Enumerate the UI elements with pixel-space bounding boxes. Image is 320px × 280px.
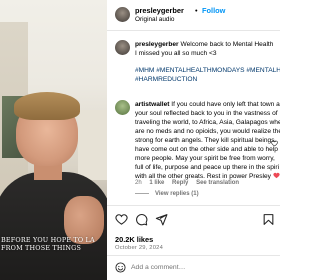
add-comment-input[interactable]: Add a comment… [131, 264, 185, 271]
header-divider [107, 30, 280, 31]
red-heart-icon [273, 172, 280, 179]
view-replies-button[interactable]: View replies (1) [135, 191, 199, 197]
caption-hashtags[interactable]: #MHM #MENTALHEALTHMONDAYS #MENTALHE [135, 66, 280, 75]
post-caption-line1: presleygerber Welcome back to Mental Hea… [135, 40, 273, 49]
original-audio-link[interactable]: Original audio [135, 16, 174, 23]
comment-line: strong for earth angels. They kill spiri… [135, 137, 277, 144]
video-caption-line: BEFORE YOU HOPE TO LA [1, 236, 95, 244]
header-separator: • [195, 6, 198, 15]
comment-line: more people. May your spirit be free fro… [135, 155, 275, 162]
emoji-icon[interactable] [115, 262, 126, 273]
likes-count[interactable]: 20.2K likes [115, 235, 153, 244]
comment-line: have come out on the other side and able… [135, 146, 278, 153]
comment-icon[interactable] [135, 213, 148, 226]
comment-line: full of life, purpose and peace up there… [135, 164, 280, 171]
background-panel [78, 110, 107, 180]
actions-divider [107, 205, 280, 206]
post-date[interactable]: October 29, 2024 [115, 245, 163, 251]
person-hair [14, 92, 80, 120]
reel-video[interactable]: BEFORE YOU HOPE TO LA FROM THOSE THINGS [0, 0, 107, 280]
view-replies-label: View replies (1) [155, 191, 199, 197]
video-caption-line: FROM THOSE THINGS [1, 244, 82, 252]
comment-line: are no meds and no opioids, you would re… [135, 128, 280, 135]
caption-text: Welcome back to Mental Health [180, 41, 274, 48]
reply-button[interactable]: Reply [172, 180, 188, 186]
post-caption-line2: I missed you all so much <3 [135, 50, 217, 57]
video-caption-overlay: BEFORE YOU HOPE TO LA FROM THOSE THINGS [0, 236, 107, 252]
follow-button[interactable]: Follow [202, 6, 225, 15]
see-translation-button[interactable]: See translation [196, 180, 239, 186]
author-username[interactable]: presleygerber [135, 6, 184, 15]
comment-text-line: with all the other greats. Rest in power… [135, 173, 271, 180]
post-details-panel: presleygerber • Follow Original audio pr… [107, 0, 280, 280]
comment-line: your soul reflected back to you in the v… [135, 110, 278, 117]
replies-line [135, 192, 149, 194]
footer-divider [107, 255, 280, 256]
comment-likes-count[interactable]: 1 like [149, 180, 164, 186]
caption-username[interactable]: presleygerber [135, 41, 179, 48]
comment-line: traveling the world, to Africa, Asia, Ga… [135, 119, 280, 126]
bookmark-icon[interactable] [262, 213, 275, 226]
share-icon[interactable] [155, 213, 168, 226]
caption-author-avatar[interactable] [115, 40, 130, 55]
comment-age: 2h [135, 180, 142, 186]
comment-text-line: If you could have only left that town a [171, 101, 280, 108]
commenter-username[interactable]: artistwallet [135, 101, 169, 108]
author-avatar[interactable] [115, 7, 130, 22]
comment-like-heart-icon[interactable] [271, 140, 278, 147]
heart-icon[interactable] [115, 213, 128, 226]
caption-hashtag-harmreduction[interactable]: #HARMREDUCTION [135, 75, 197, 84]
action-bar [115, 213, 275, 227]
comment-line: artistwallet If you could have only left… [135, 100, 280, 109]
commenter-avatar[interactable] [115, 100, 130, 115]
comment-meta: 2h 1 like Reply See translation [135, 180, 245, 186]
